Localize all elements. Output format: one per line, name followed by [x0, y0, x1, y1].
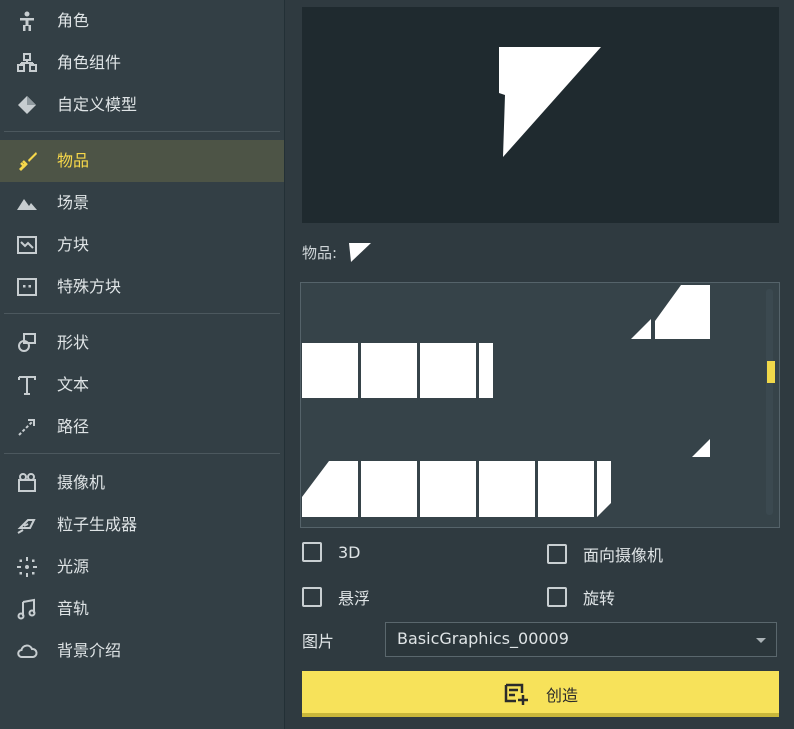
sidebar-item-audio-track[interactable]: 音轨 [0, 588, 284, 630]
create-button[interactable]: 创造 [302, 671, 779, 717]
sidebar-item-background[interactable]: 背景介绍 [0, 630, 284, 672]
image-select-value: BasicGraphics_00009 [397, 629, 569, 648]
sidebar-item-label: 形状 [57, 333, 90, 352]
checkbox-box[interactable] [302, 542, 322, 562]
sidebar-item-label: 方块 [57, 235, 90, 254]
sprite-tile [420, 343, 476, 398]
sprite-picker-scrollbar[interactable] [766, 289, 773, 515]
selected-item-thumbnail [349, 243, 371, 262]
camera-icon [14, 471, 40, 495]
preview-sprite [499, 47, 601, 157]
sidebar-item-label: 角色 [57, 11, 90, 30]
sprite-tile [538, 461, 594, 517]
item-editor-panel: 物品: 3D 面向摄像机 悬浮 旋转 图片 BasicGraphics_0000… [285, 0, 794, 729]
sidebar-item-shapes[interactable]: 形状 [0, 322, 284, 364]
shapes-icon [14, 331, 40, 355]
particle-icon [14, 513, 40, 537]
sidebar-item-character-parts[interactable]: 角色组件 [0, 42, 284, 84]
sidebar-item-label: 场景 [57, 193, 90, 212]
sidebar-item-label: 特殊方块 [57, 277, 122, 296]
checkbox-rotate[interactable]: 旋转 [547, 585, 615, 609]
sprite-tile [479, 343, 493, 398]
sidebar-item-label: 背景介绍 [57, 641, 122, 660]
sprite-tile [655, 285, 710, 339]
checkbox-face-camera[interactable]: 面向摄像机 [547, 542, 663, 566]
mountain-icon [14, 191, 40, 215]
sidebar-item-label: 粒子生成器 [57, 515, 138, 534]
sidebar-item-character[interactable]: 角色 [0, 0, 284, 42]
sidebar-item-label: 角色组件 [57, 53, 122, 72]
custom-model-icon [14, 93, 40, 117]
create-button-label: 创造 [546, 686, 579, 705]
sidebar-divider [4, 131, 280, 132]
sprite-picker[interactable] [300, 282, 780, 528]
checkbox-box[interactable] [302, 587, 322, 607]
sidebar-item-label: 光源 [57, 557, 90, 576]
sidebar-item-path[interactable]: 路径 [0, 406, 284, 448]
checkbox-label: 3D [338, 542, 361, 562]
text-icon [14, 373, 40, 397]
sidebar-item-label: 音轨 [57, 599, 90, 618]
create-icon [504, 683, 528, 705]
sidebar-item-label: 摄像机 [57, 473, 106, 492]
sprite-tile [597, 461, 611, 517]
item-label: 物品: [302, 244, 338, 262]
sidebar-item-particle[interactable]: 粒子生成器 [0, 504, 284, 546]
sidebar-item-label: 自定义模型 [57, 95, 138, 114]
special-block-icon [14, 275, 40, 299]
sprite-tile [361, 343, 417, 398]
sidebar: 角色 角色组件 自定义模型 物品 场景 方块 特殊方块 形状 文本 路径 摄像机… [0, 0, 285, 729]
checkbox-label: 旋转 [583, 589, 616, 608]
sprite-picker-scroll-thumb[interactable] [767, 361, 775, 383]
checkbox-label: 悬浮 [338, 589, 371, 608]
cloud-icon [14, 639, 40, 663]
sidebar-item-block[interactable]: 方块 [0, 224, 284, 266]
chevron-down-icon [756, 638, 766, 643]
image-field-label: 图片 [302, 632, 335, 651]
sidebar-item-text[interactable]: 文本 [0, 364, 284, 406]
sidebar-item-special-block[interactable]: 特殊方块 [0, 266, 284, 308]
sidebar-divider [4, 313, 280, 314]
sidebar-item-label: 路径 [57, 417, 90, 436]
sidebar-item-label: 物品 [57, 151, 90, 170]
checkbox-3d[interactable]: 3D [302, 542, 361, 562]
light-icon [14, 555, 40, 579]
sprite-tile [302, 461, 358, 517]
sidebar-item-scene[interactable]: 场景 [0, 182, 284, 224]
sidebar-item-custom-model[interactable]: 自定义模型 [0, 84, 284, 126]
sidebar-item-items[interactable]: 物品 [0, 140, 284, 182]
item-preview [302, 7, 779, 223]
sidebar-divider [4, 453, 280, 454]
music-icon [14, 597, 40, 621]
sprite-tile [692, 439, 710, 457]
sidebar-item-light[interactable]: 光源 [0, 546, 284, 588]
sprite-tile [302, 343, 358, 398]
block-icon [14, 233, 40, 257]
character-icon [14, 9, 40, 33]
sidebar-item-label: 文本 [57, 375, 90, 394]
checkbox-floating[interactable]: 悬浮 [302, 585, 370, 609]
sword-icon [14, 149, 40, 173]
sidebar-item-camera[interactable]: 摄像机 [0, 462, 284, 504]
sprite-tile [420, 461, 476, 517]
sprite-tile [631, 319, 651, 339]
sprite-tile [479, 461, 535, 517]
character-parts-icon [14, 51, 40, 75]
checkbox-label: 面向摄像机 [583, 546, 664, 565]
sprite-tile [361, 461, 417, 517]
checkbox-box[interactable] [547, 587, 567, 607]
image-select[interactable]: BasicGraphics_00009 [385, 622, 777, 657]
path-icon [14, 415, 40, 439]
sprite-grid [302, 285, 710, 517]
checkbox-box[interactable] [547, 544, 567, 564]
